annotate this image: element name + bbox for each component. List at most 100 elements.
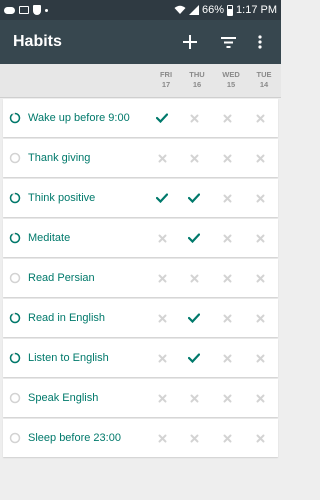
add-habit-button[interactable] <box>171 20 209 64</box>
cross-icon <box>190 274 198 282</box>
cross-button[interactable] <box>186 430 202 446</box>
cross-button[interactable] <box>219 390 235 406</box>
clock: 1:17 PM <box>236 4 277 16</box>
habit-score-ring-icon <box>9 232 21 244</box>
cloud-icon <box>4 6 15 14</box>
cross-icon <box>256 314 264 322</box>
habit-row[interactable]: Think positive <box>3 179 278 217</box>
day-column-header: FRI 17 <box>150 70 182 90</box>
image-icon <box>19 6 29 14</box>
cross-button[interactable] <box>154 230 170 246</box>
date-label: 15 <box>226 80 236 89</box>
cross-icon <box>256 114 264 122</box>
cross-button[interactable] <box>219 190 235 206</box>
checkmark-icon <box>156 193 168 203</box>
status-bar: 66% 1:17 PM <box>0 0 281 20</box>
habit-name: Thank giving <box>28 152 91 164</box>
wifi-icon <box>174 5 186 14</box>
cross-icon <box>256 354 264 362</box>
checkmark-icon <box>188 313 200 323</box>
cross-button[interactable] <box>252 430 268 446</box>
cross-icon <box>190 434 198 442</box>
cross-icon <box>158 394 166 402</box>
weekday-label: FRI <box>159 70 173 79</box>
cross-button[interactable] <box>252 390 268 406</box>
cross-icon <box>223 314 231 322</box>
checkmark-button[interactable] <box>186 230 202 246</box>
day-header-row: FRI 17 THU 16 WED 15 TUE 14 <box>0 64 281 98</box>
cross-button[interactable] <box>219 270 235 286</box>
date-label: 17 <box>161 80 171 89</box>
cross-button[interactable] <box>252 150 268 166</box>
habit-row[interactable]: Thank giving <box>3 139 278 177</box>
checkmark-button[interactable] <box>186 350 202 366</box>
habit-score-ring-icon <box>9 272 21 284</box>
cross-button[interactable] <box>186 270 202 286</box>
habit-score-ring-icon <box>9 392 21 404</box>
notification-icons <box>4 5 174 15</box>
cross-icon <box>158 354 166 362</box>
shield-icon <box>33 5 41 15</box>
overflow-menu-button[interactable] <box>247 20 273 64</box>
cross-button[interactable] <box>252 230 268 246</box>
cross-button[interactable] <box>219 230 235 246</box>
habit-score-ring-icon <box>9 192 21 204</box>
cross-icon <box>158 154 166 162</box>
checkmark-button[interactable] <box>154 190 170 206</box>
checkmark-button[interactable] <box>154 110 170 126</box>
cross-button[interactable] <box>186 150 202 166</box>
cross-button[interactable] <box>252 190 268 206</box>
checkmark-icon <box>156 113 168 123</box>
habit-score-ring-icon <box>9 112 21 124</box>
checkmark-button[interactable] <box>186 310 202 326</box>
cross-button[interactable] <box>219 310 235 326</box>
cross-button[interactable] <box>154 430 170 446</box>
cross-icon <box>256 394 264 402</box>
habit-name: Speak English <box>28 392 99 404</box>
cross-icon <box>223 434 231 442</box>
cross-button[interactable] <box>154 390 170 406</box>
filter-button[interactable] <box>209 20 247 64</box>
cross-button[interactable] <box>186 110 202 126</box>
habit-list: Wake up before 9:00 Thank giving Think pos… <box>3 99 278 459</box>
cross-icon <box>223 394 231 402</box>
habit-row[interactable]: Read in English <box>3 299 278 337</box>
habit-score-ring-icon <box>9 352 21 364</box>
habit-row[interactable]: Speak English <box>3 379 278 417</box>
cellular-signal-icon <box>189 5 199 15</box>
cross-button[interactable] <box>252 110 268 126</box>
cross-button[interactable] <box>186 390 202 406</box>
cross-button[interactable] <box>154 310 170 326</box>
dot-icon <box>45 8 48 12</box>
add-icon <box>183 35 197 49</box>
habit-name: Meditate <box>28 232 71 244</box>
checkmark-icon <box>188 353 200 363</box>
habit-row[interactable]: Listen to English <box>3 339 278 377</box>
cross-button[interactable] <box>252 310 268 326</box>
habit-name: Listen to English <box>28 352 109 364</box>
habit-name: Wake up before 9:00 <box>28 112 130 124</box>
cross-button[interactable] <box>219 150 235 166</box>
cross-icon <box>256 434 264 442</box>
cross-button[interactable] <box>154 270 170 286</box>
cross-button[interactable] <box>154 150 170 166</box>
habit-row[interactable]: Read Persian <box>3 259 278 297</box>
system-icons: 66% 1:17 PM <box>174 4 277 16</box>
cross-button[interactable] <box>252 270 268 286</box>
cross-button[interactable] <box>219 350 235 366</box>
cross-button[interactable] <box>252 350 268 366</box>
day-column-header: THU 16 <box>181 70 213 90</box>
cross-button[interactable] <box>219 110 235 126</box>
cross-icon <box>158 434 166 442</box>
cross-button[interactable] <box>219 430 235 446</box>
habit-row[interactable]: Sleep before 23:00 <box>3 419 278 457</box>
habit-row[interactable]: Wake up before 9:00 <box>3 99 278 137</box>
cross-icon <box>190 154 198 162</box>
habit-row[interactable]: Meditate <box>3 219 278 257</box>
checkmark-button[interactable] <box>186 190 202 206</box>
habit-score-ring-icon <box>9 432 21 444</box>
habit-name: Think positive <box>28 192 96 204</box>
day-column-header: TUE 14 <box>248 70 280 90</box>
weekday-label: WED <box>222 70 240 79</box>
cross-button[interactable] <box>154 350 170 366</box>
